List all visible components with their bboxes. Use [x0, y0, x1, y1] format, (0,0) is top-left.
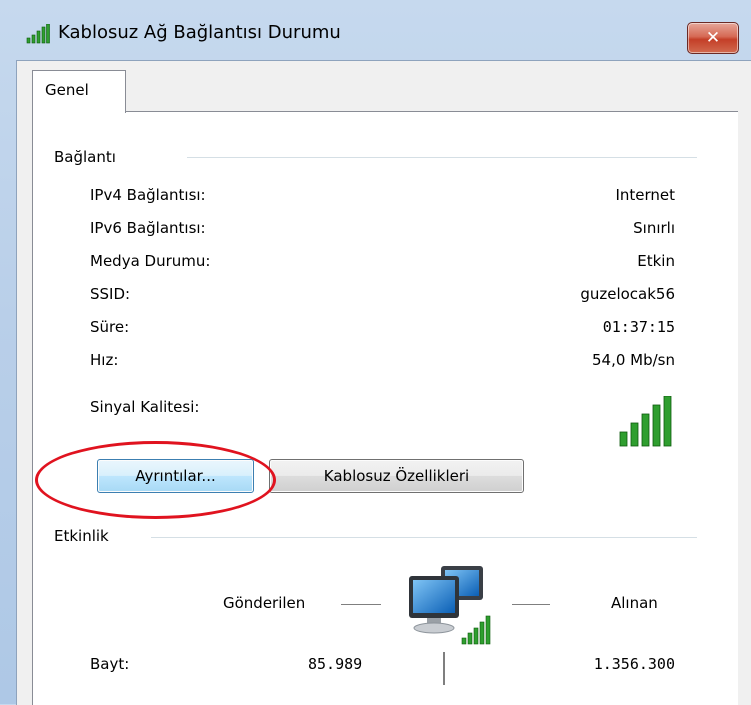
media-state-label: Medya Durumu:	[90, 252, 211, 270]
highlight-circle	[35, 441, 276, 519]
signal-strength-icon	[616, 395, 678, 448]
signal-quality-label: Sinyal Kalitesi:	[90, 398, 200, 416]
sent-label: Gönderilen	[223, 594, 306, 612]
network-computers-icon	[401, 564, 505, 650]
speed-label: Hız:	[90, 351, 119, 369]
close-button[interactable]: ✕	[687, 22, 739, 54]
ipv4-label: IPv4 Bağlantısı:	[90, 186, 206, 204]
bytes-label: Bayt:	[90, 655, 130, 673]
tab-genel[interactable]: Genel	[32, 70, 126, 113]
connection-group-divider	[187, 157, 697, 159]
signal-bar	[652, 404, 661, 447]
media-state-value: Etkin	[637, 252, 675, 270]
signal-bar	[619, 431, 628, 447]
signal-bar	[630, 422, 639, 447]
signal-bar	[663, 395, 672, 447]
ssid-value: guzelocak56	[580, 285, 675, 303]
title-bar: Kablosuz Ağ Bağlantısı Durumu ✕	[0, 0, 751, 58]
wireless-properties-button[interactable]: Kablosuz Özellikleri	[269, 459, 524, 493]
sent-bytes-value: 85.989	[308, 655, 363, 673]
ssid-label: SSID:	[90, 285, 131, 303]
tab-label: Genel	[45, 81, 89, 99]
window-title: Kablosuz Ağ Bağlantısı Durumu	[58, 22, 341, 43]
duration-label: Süre:	[90, 318, 130, 336]
duration-value: 01:37:15	[602, 318, 675, 336]
signal-bar	[641, 413, 650, 447]
close-icon: ✕	[705, 28, 721, 48]
received-line	[512, 604, 550, 605]
speed-value: 54,0 Mb/sn	[591, 351, 675, 369]
sent-line	[341, 604, 381, 605]
tab-panel-genel: Bağlantı IPv4 Bağlantısı: Internet IPv6 …	[32, 111, 738, 705]
received-label: Alınan	[611, 594, 658, 612]
ipv6-label: IPv6 Bağlantısı:	[90, 219, 206, 237]
received-bytes-value: 1.356.300	[593, 655, 675, 673]
activity-group-divider	[151, 537, 697, 539]
wireless-signal-icon	[26, 23, 50, 44]
activity-group-label: Etkinlik	[54, 527, 117, 545]
bytes-divider	[443, 652, 445, 685]
ipv6-value: Sınırlı	[633, 219, 675, 237]
ipv4-value: Internet	[615, 186, 675, 204]
connection-group-label: Bağlantı	[54, 148, 124, 166]
